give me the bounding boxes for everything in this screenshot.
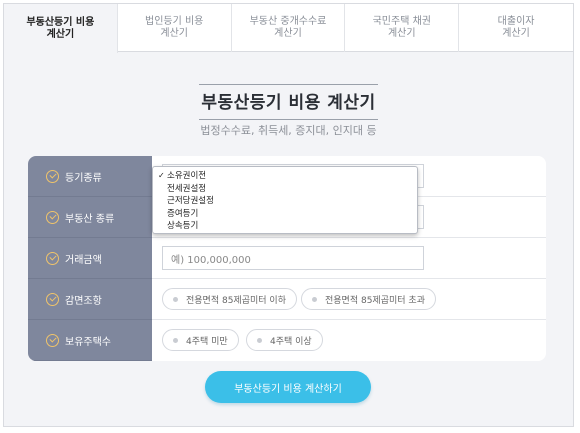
- amount-placeholder: 예) 100,000,000: [171, 254, 251, 266]
- dropdown-option-label: 증여등기: [167, 208, 199, 219]
- dropdown-option-label: 소유권이전: [167, 171, 207, 181]
- radio-dot-icon: [173, 296, 178, 302]
- row-label: 거래금액: [28, 238, 152, 279]
- radio-dot-icon: [257, 337, 262, 343]
- reduction-option-under-85[interactable]: 전용면적 85제곱미터 이하: [162, 288, 297, 310]
- tab-bar: 부동산등기 비용 계산기 법인등기 비용 계산기 부동산 중개수수료 계산기 국…: [4, 4, 573, 53]
- radio-dot-icon: [173, 337, 178, 343]
- dropdown-option-label: 근저당권설정: [167, 196, 214, 206]
- check-circle-icon: [46, 292, 59, 306]
- reduction-option-over-85[interactable]: 전용면적 85제곱미터 초과: [301, 288, 436, 310]
- row-label: 감면조항: [28, 279, 152, 320]
- check-circle-icon: [46, 210, 59, 224]
- tab-national-housing-bond[interactable]: 국민주택 채권 계산기: [345, 4, 460, 52]
- form-row-house-count: 보유주택수 4주택 미만 4주택 이상: [28, 320, 546, 361]
- dropdown-option-label: 상속등기: [167, 221, 199, 231]
- calculate-button[interactable]: 부동산등기 비용 계산하기: [205, 371, 371, 403]
- row-label: 등기종류: [28, 156, 152, 197]
- row-label-text: 감면조항: [65, 295, 102, 307]
- page-title: 부동산등기 비용 계산기: [199, 84, 378, 120]
- row-label-text: 보유주택수: [65, 336, 111, 348]
- dropdown-option-ownership-transfer[interactable]: ✓ 소유권이전: [153, 170, 417, 183]
- row-label-text: 거래금액: [65, 254, 102, 266]
- house-count-option-under-4[interactable]: 4주택 미만: [162, 329, 239, 351]
- form-row-amount: 거래금액 예) 100,000,000: [28, 238, 546, 279]
- tab-loan-interest[interactable]: 대출이자 계산기: [459, 4, 573, 52]
- form-row-reduction: 감면조항 전용면적 85제곱미터 이하 전용면적 85제곱미터 초과: [28, 279, 546, 320]
- check-circle-icon: [46, 169, 59, 183]
- dropdown-option-gift[interactable]: 증여등기: [153, 208, 417, 221]
- tab-corporate-registration[interactable]: 법인등기 비용 계산기: [118, 4, 232, 52]
- dropdown-option-jeonse[interactable]: 전세권설정: [153, 183, 417, 196]
- row-label: 부동산 종류: [28, 197, 152, 238]
- check-circle-icon: [46, 333, 59, 347]
- dropdown-option-inheritance[interactable]: 상속등기: [153, 220, 417, 233]
- radio-label: 4주택 미만: [186, 336, 228, 347]
- radio-label: 전용면적 85제곱미터 이하: [186, 295, 286, 306]
- tab-brokerage-fee[interactable]: 부동산 중개수수료 계산기: [232, 4, 346, 52]
- tab-real-estate-registration[interactable]: 부동산등기 비용 계산기: [4, 4, 118, 53]
- dropdown-option-label: 전세권설정: [167, 183, 207, 194]
- dropdown-option-mortgage[interactable]: 근저당권설정: [153, 195, 417, 208]
- radio-label: 전용면적 85제곱미터 초과: [325, 295, 425, 306]
- house-count-option-4-or-more[interactable]: 4주택 이상: [246, 329, 323, 351]
- row-label-text: 부동산 종류: [65, 213, 115, 225]
- radio-dot-icon: [312, 296, 317, 302]
- page-title-wrap: 부동산등기 비용 계산기: [4, 84, 573, 120]
- registration-type-dropdown-list: ✓ 소유권이전 전세권설정 근저당권설정 증여등기 상속등기: [152, 166, 418, 234]
- check-circle-icon: [46, 251, 59, 265]
- page-subtitle: 법정수수료, 취득세, 증지대, 인지대 등: [200, 124, 377, 137]
- row-label-text: 등기종류: [65, 172, 102, 184]
- checkmark-icon: ✓: [158, 171, 165, 180]
- row-label: 보유주택수: [28, 320, 152, 361]
- radio-label: 4주택 이상: [270, 336, 312, 347]
- amount-input[interactable]: 예) 100,000,000: [162, 246, 424, 270]
